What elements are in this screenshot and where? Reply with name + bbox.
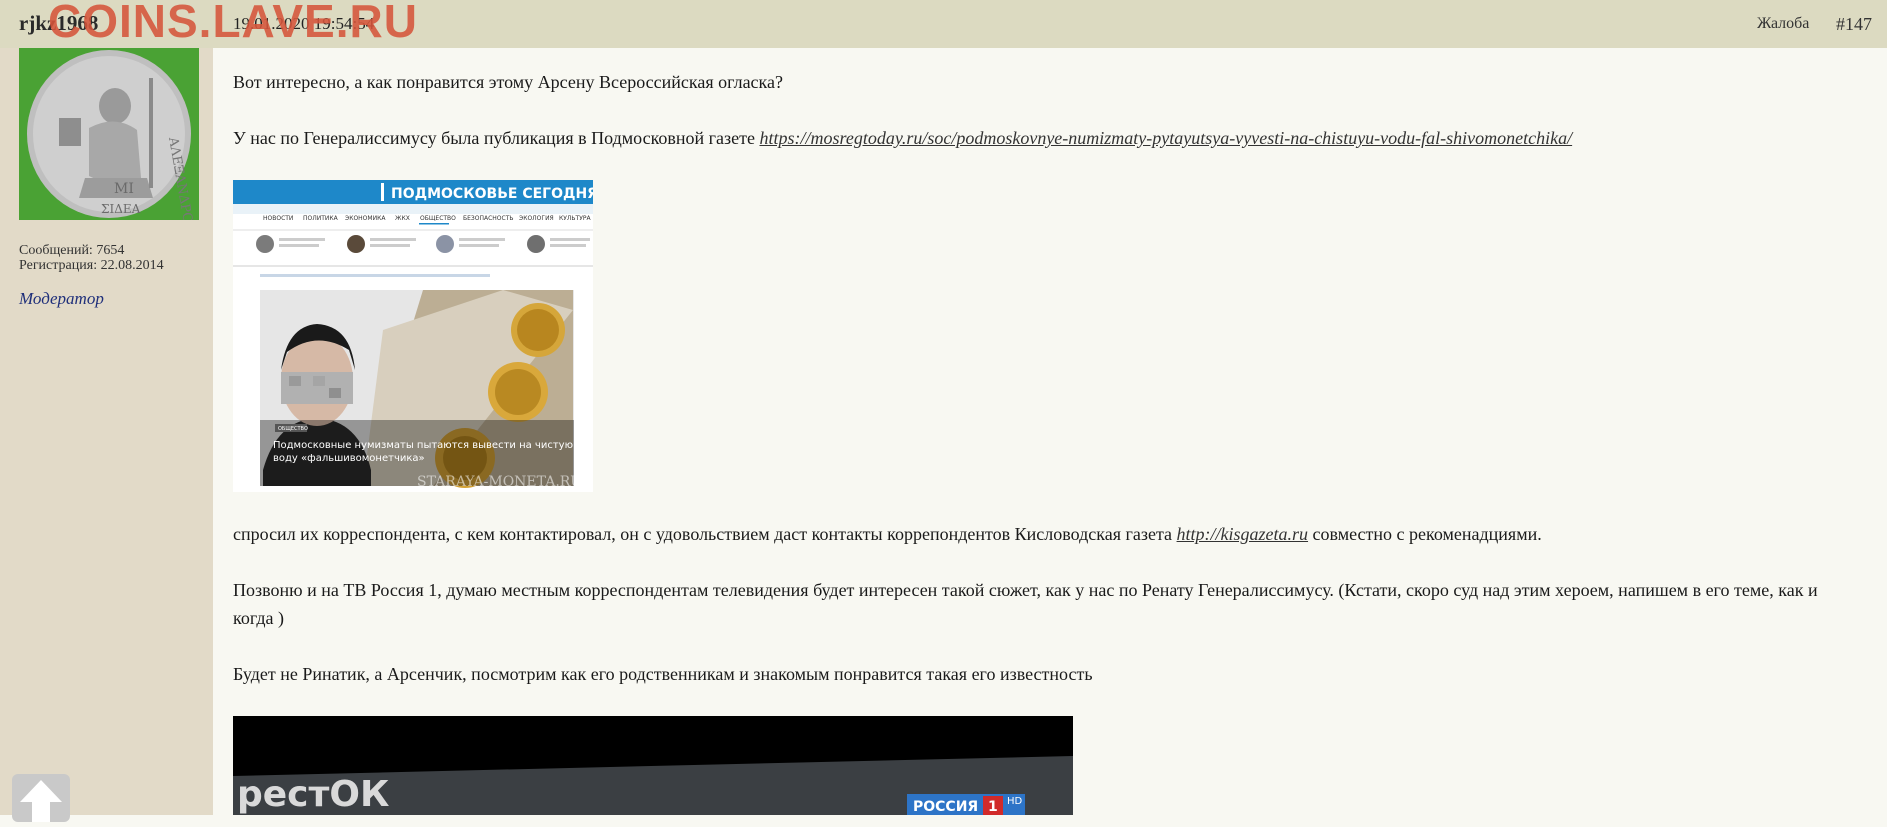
video-caption-left: рестОК xyxy=(237,774,389,815)
post-paragraph-1: Вот интересно, а как понравится этому Ар… xyxy=(233,72,783,92)
user-avatar[interactable]: ΑΛΕΞΑΝΔΡΟΥ ΜΙ ΣΙΔΕΑ xyxy=(19,48,199,220)
post-paragraph-2: У нас по Генералиссимусу была публикация… xyxy=(233,124,1572,152)
user-role-link[interactable]: Модератор xyxy=(19,289,104,309)
post-paragraph-2-text: У нас по Генералиссимусу была публикация… xyxy=(233,128,760,148)
news-nav-item: КУЛЬТУРА xyxy=(559,215,591,222)
site-watermark: COINS.LAVE.RU xyxy=(48,0,418,47)
news-tag: ОБЩЕСТВО xyxy=(278,426,308,432)
mosregtoday-link[interactable]: https://mosregtoday.ru/soc/podmoskovnye-… xyxy=(760,128,1573,148)
news-nav-item: НОВОСТИ xyxy=(263,215,293,222)
post-paragraph-4: Позвоню и на ТВ Россия 1, думаю местным … xyxy=(233,580,1818,628)
tv-channel-name: РОССИЯ xyxy=(913,799,978,815)
tv-channel-number: 1 xyxy=(988,799,998,815)
user-registration-date: Регистрация: 22.08.2014 xyxy=(19,258,164,273)
user-posts-count: Сообщений: 7654 xyxy=(19,243,125,258)
report-link[interactable]: Жалоба xyxy=(1757,15,1809,33)
svg-text:ΜΙ: ΜΙ xyxy=(114,181,134,197)
post-number-link[interactable]: #147 xyxy=(1836,14,1872,35)
news-image-watermark: STARAYA-MONETA.RU xyxy=(417,474,582,490)
svg-text:ΣΙΔΕΑ: ΣΙΔΕΑ xyxy=(101,202,141,216)
kisgazeta-link[interactable]: http://kisgazeta.ru xyxy=(1177,524,1309,544)
news-nav-item: ОБЩЕСТВО xyxy=(420,215,456,222)
news-screenshot-image[interactable]: ПОДМОСКОВЬЕ СЕГОДНЯ НОВОСТИ ПОЛИТИКА ЭКО… xyxy=(233,180,593,492)
news-nav-item: ЖКХ xyxy=(395,215,410,222)
news-nav-item: ЭКОЛОГИЯ xyxy=(519,215,554,222)
tv-video-still[interactable]: рестОК РОССИЯ 1 HD xyxy=(233,716,1073,815)
post-paragraph-3: спросил их корреспондента, с кем контакт… xyxy=(233,520,1542,548)
post-paragraph-3-text-before: спросил их корреспондента, с кем контакт… xyxy=(233,524,1177,544)
post-paragraph-5: Будет не Ринатик, а Арсенчик, посмотрим … xyxy=(233,664,1093,684)
news-nav-item: ПОЛИТИКА xyxy=(303,215,339,222)
news-headline-1: Подмосковные нумизматы пытаются вывести … xyxy=(273,440,573,451)
news-site-name: ПОДМОСКОВЬЕ СЕГОДНЯ xyxy=(391,186,593,202)
news-nav-item: ЭКОНОМИКА xyxy=(345,215,386,222)
tv-hd-badge: HD xyxy=(1007,796,1023,807)
post-paragraph-3-text-after: совместно с рекоменадциями. xyxy=(1308,524,1542,544)
news-nav-item: БЕЗОПАСНОСТЬ xyxy=(463,215,514,222)
news-headline-2: воду «фальшивомонетчика» xyxy=(273,453,425,464)
